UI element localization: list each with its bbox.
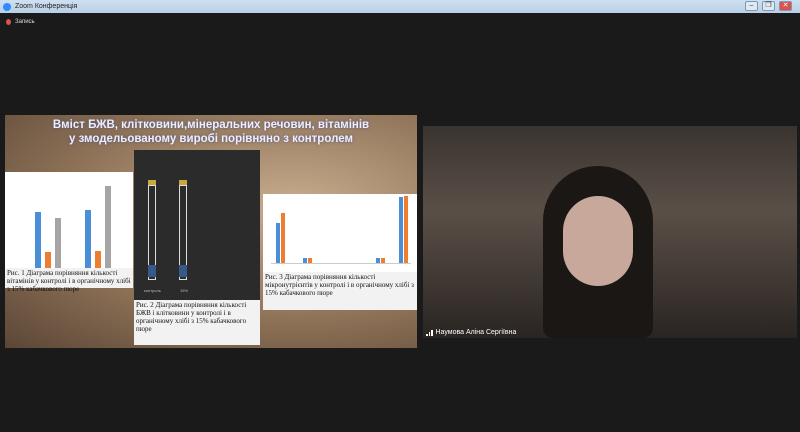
recording-label: Запись [15,19,35,25]
window-titlebar: Zoom Конференція – ❐ ✕ [0,0,800,13]
close-button[interactable]: ✕ [779,1,792,11]
participant-name: Наумова Аліна Сергіївна [435,329,517,336]
shared-slide: Вміст БЖВ, клітковини,мінеральних речови… [5,115,417,348]
recording-indicator[interactable]: Запись [6,19,35,25]
fig1-bar [55,218,61,268]
participant-face [563,196,633,286]
fig2-category-label: контроль [144,288,161,293]
fig3-bar [381,258,385,263]
fig3-bar [308,258,312,263]
figure3-chart [263,194,417,272]
window-title: Zoom Конференція [15,3,78,10]
figure1-caption: Рис. 1 Діаграма порівняння кількості віт… [5,268,133,293]
fig1-bar [35,212,41,268]
fig3-bar [281,213,285,263]
slide-title-line1: Вміст БЖВ, клітковини,мінеральних речови… [52,119,370,131]
zoom-logo-icon [3,2,11,11]
participant-video[interactable]: Наумова Аліна Сергіївна [423,126,797,338]
slide-title: Вміст БЖВ, клітковини,мінеральних речови… [5,118,417,146]
fig3-bar [303,258,307,263]
minimize-button[interactable]: – [745,1,758,11]
figure2-chart: контроль 15% [134,150,260,300]
figure2-caption: Рис. 2 Діаграма порівняння кількості БЖВ… [134,300,260,345]
fig3-bar [276,223,280,263]
fig1-bar [95,251,101,268]
signal-strength-icon [426,329,433,336]
participant-name-tag: Наумова Аліна Сергіївна [426,329,516,336]
fig3-bar [376,258,380,263]
fig1-bar [45,252,51,268]
fig3-bar [399,197,403,263]
restore-button[interactable]: ❐ [762,1,775,11]
fig3-bar [404,196,408,263]
figure3-caption: Рис. 3 Діаграма порівняння кількості мік… [263,272,417,310]
record-icon [6,19,11,25]
slide-title-line2: у змодельованому виробі порівняно з конт… [69,133,353,145]
fig1-bar [105,186,111,268]
fig1-bar [85,210,91,268]
fig2-category-label: 15% [180,288,189,293]
